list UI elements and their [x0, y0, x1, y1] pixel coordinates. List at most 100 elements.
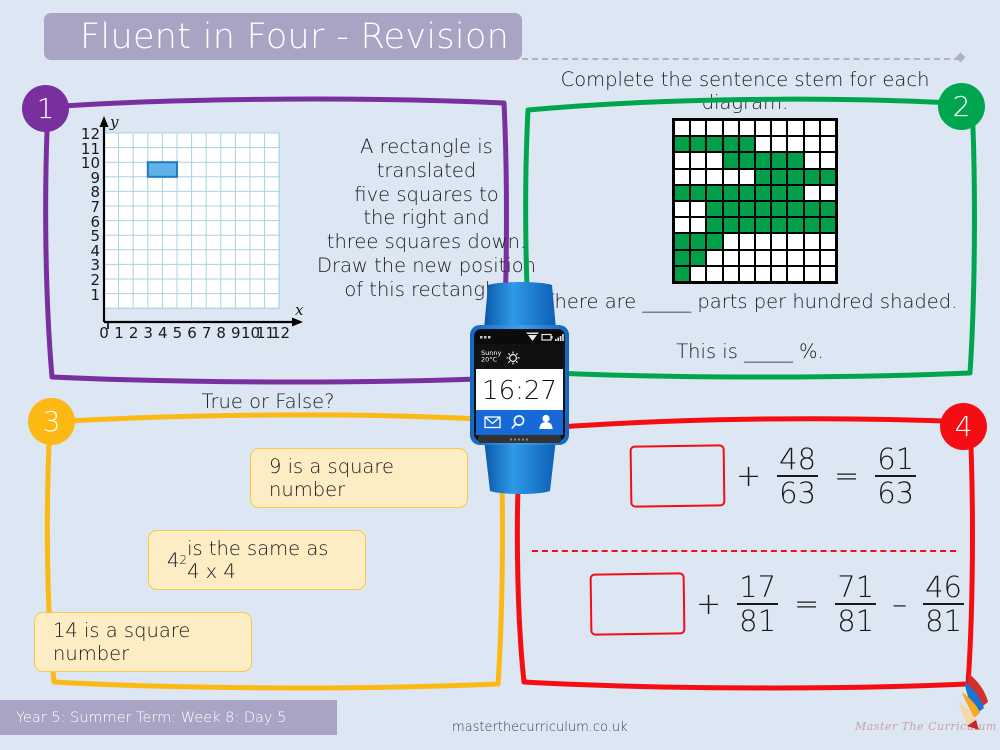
hundred-square-cell: [722, 184, 739, 201]
hundred-square-cell: [674, 200, 691, 218]
translated-rectangle: [146, 161, 179, 178]
hundred-square-cell: [706, 217, 723, 234]
hundred-square-cell: [754, 168, 772, 185]
hundred-square-cell: [819, 136, 836, 153]
denominator: 63: [877, 476, 915, 511]
hundred-square-cell: [722, 249, 739, 266]
minus-operator: –: [892, 586, 908, 622]
prompt-line: A rectangle is translated: [360, 135, 493, 182]
watch-time: 16:27: [482, 376, 557, 406]
page-title: Fluent in Four - Revision: [80, 16, 510, 57]
hundred-square-cell: [787, 184, 804, 201]
answer-box-2[interactable]: [589, 572, 686, 636]
hundred-square-cell: [706, 200, 723, 218]
hundred-square-cell: [819, 233, 836, 250]
footer-term-bar: Year 5: Summer Term: Week 8: Day 5: [0, 700, 337, 735]
denominator: 81: [837, 604, 875, 639]
prompt-line: Draw the new position: [316, 253, 537, 277]
hundred-square-cell: [819, 265, 836, 282]
hundred-square-cell: [787, 265, 804, 282]
denominator: 63: [779, 476, 817, 511]
hundred-square-cell: [787, 120, 804, 137]
fraction-71-81: 71 81: [835, 570, 877, 639]
hundred-square-cell: [771, 168, 788, 185]
hundred-square-cell: [787, 249, 804, 266]
equals-operator: =: [794, 586, 820, 622]
hundred-square-cell: [738, 249, 755, 266]
hundred-square-cell: [674, 249, 691, 266]
site-url: masterthecurriculum.co.uk: [452, 720, 628, 735]
x-tick-0: 0: [99, 324, 109, 342]
hundred-square-cell: [706, 249, 723, 266]
hundred-square-cell: [738, 200, 755, 218]
hundred-square-cell: [738, 152, 755, 169]
hundred-square-cell: [771, 265, 788, 282]
hundred-square-cell: [803, 184, 820, 201]
hundred-square-cell: [803, 136, 820, 153]
hundred-square-cell: [754, 233, 772, 250]
hundred-square-cell: [674, 217, 691, 234]
x-tick-5: 5: [172, 324, 183, 342]
hundred-square-cell: [690, 217, 707, 234]
plus-operator: +: [736, 458, 762, 494]
statement-rest: is the same as 4 x 4: [187, 537, 329, 583]
panel-1-badge: 1: [22, 85, 69, 132]
answer-box-1[interactable]: [629, 444, 726, 508]
hundred-square-cell: [771, 120, 788, 137]
hundred-square-cell: [803, 265, 820, 282]
title-dash-endpoint-diamond: [955, 52, 966, 63]
panel-2-sentence-2: This is _____ %.: [676, 340, 824, 363]
prompt-line: the right and: [363, 206, 490, 230]
hundred-square-cell: [754, 136, 772, 153]
plus-operator: +: [696, 586, 722, 622]
prompt-line: three squares down.: [326, 230, 527, 254]
hundred-square-cell: [722, 152, 739, 169]
fraction-61-63: 61 63: [875, 442, 917, 511]
panel-2-sentence-1: There are _____ parts per hundred shaded…: [542, 290, 958, 313]
x-tick-12: 12: [271, 324, 291, 342]
fraction-48-63: 48 63: [777, 444, 819, 511]
hundred-square-cell: [674, 233, 691, 250]
hundred-square-cell: [738, 217, 755, 234]
panel-4-divider: [532, 550, 956, 552]
hundred-square-cell: [738, 168, 755, 185]
hundred-square-cell: [690, 120, 707, 137]
hundred-square-cell: [754, 184, 772, 201]
panel-3-badge: 3: [28, 398, 75, 445]
hundred-square-cell: [738, 233, 755, 250]
hundred-square-cell: [803, 233, 820, 250]
numerator: 61: [877, 442, 915, 476]
hundred-square-cell: [771, 217, 788, 234]
hundred-square-cell: [771, 184, 788, 201]
hundred-square-cell: [738, 184, 755, 201]
hundred-square-cell: [674, 184, 691, 201]
equation-row-1: + 48 63 = 61 63: [629, 442, 921, 511]
hundred-square-cell: [803, 217, 820, 234]
hundred-square-cell: [803, 168, 820, 185]
hundred-square-cell: [771, 249, 788, 266]
numerator: 71: [837, 570, 875, 604]
watch-menu-dots: [480, 336, 491, 339]
smartwatch-svg: Sunny 20°C 16:27: [470, 282, 569, 494]
hundred-square-cell: [754, 265, 772, 282]
hundred-square-cell: [803, 120, 820, 137]
true-false-statement-3[interactable]: 14 is a square number: [34, 612, 252, 672]
pencil-logo-icon: [955, 672, 997, 747]
hundred-square-cell: [754, 152, 772, 169]
hundred-square-cell: [674, 265, 691, 282]
true-false-statement-1[interactable]: 9 is a square number: [250, 448, 468, 508]
hundred-square-cell: [787, 217, 804, 234]
hundred-square-cell: [706, 184, 723, 201]
statement-base: 4: [167, 548, 180, 572]
panel-4-badge: 4: [940, 403, 987, 450]
numerator: 46: [925, 570, 962, 604]
hundred-square-cell: [706, 265, 723, 282]
weather-temperature: 20°C: [481, 356, 498, 364]
hundred-square-cell: [787, 233, 804, 250]
hundred-square-cell: [690, 184, 707, 201]
hundred-square-cell: [754, 120, 772, 137]
hundred-square-cell: [674, 152, 691, 169]
hundred-square-cell: [706, 136, 723, 153]
x-axis-label: x: [295, 301, 304, 319]
true-false-statement-2[interactable]: 42 is the same as 4 x 4: [148, 530, 366, 590]
